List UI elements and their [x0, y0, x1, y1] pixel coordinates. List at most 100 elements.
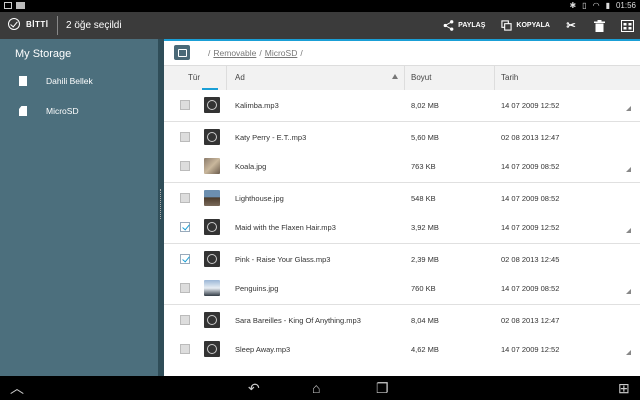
screenshot-icon[interactable]: ⊞ — [618, 380, 630, 396]
file-name: Pink - Raise Your Glass.mp3 — [235, 254, 331, 264]
column-name[interactable]: Ad — [235, 73, 245, 82]
breadcrumb-microsd[interactable]: MicroSD — [265, 48, 298, 58]
file-size: 3,92 MB — [411, 223, 439, 232]
share-button[interactable]: PAYLAŞ — [441, 19, 485, 33]
file-name: Sara Bareilles - King Of Anything.mp3 — [235, 315, 361, 325]
file-date: 02 08 2013 12:47 — [501, 132, 560, 142]
sidebar-title: My Storage — [15, 48, 72, 60]
share-label: PAYLAŞ — [458, 22, 486, 29]
trash-icon — [592, 19, 606, 33]
file-date: 14 07 2009 12:52 — [501, 345, 560, 354]
row-checkbox[interactable] — [180, 131, 190, 142]
column-type[interactable]: Tür — [188, 73, 200, 82]
nav-bar: ︿ ↶ ⌂ ❐ ⊞ — [0, 376, 640, 400]
table-row[interactable]: Katy Perry - E.T..mp3 5,60 MB 02 08 2013 1… — [164, 120, 640, 152]
table-row[interactable]: Penguins.jpg 760 KB 14 07 2009 08:52 — [164, 273, 640, 304]
row-checkbox[interactable] — [180, 253, 190, 264]
row-checkbox[interactable] — [180, 314, 190, 325]
file-date: 02 08 2013 12:47 — [501, 315, 560, 325]
battery-icon: ▮ — [605, 1, 610, 10]
table-row[interactable]: Sleep Away.mp3 4,62 MB 14 07 2009 12:52 — [164, 334, 640, 365]
table-row[interactable]: Lighthouse.jpg 548 KB 14 07 2009 08:52 — [164, 181, 640, 213]
sidebar-item-internal-storage[interactable]: Dahili Bellek — [0, 67, 158, 95]
select-all-icon — [620, 19, 634, 33]
table-header: Tür Ad Boyut Tarih — [164, 66, 640, 90]
file-name: Katy Perry - E.T..mp3 — [235, 132, 307, 142]
file-list: Kalimba.mp3 8,02 MB 14 07 2009 12:52 Katy P… — [164, 90, 640, 365]
selection-count: 2 öğe seçildi — [66, 20, 122, 31]
vibrate-icon: ▯ — [582, 1, 587, 10]
column-date[interactable]: Tarih — [501, 73, 518, 82]
checkmark-icon — [8, 18, 20, 30]
done-button[interactable]: BİTTİ — [8, 18, 49, 30]
image-thumbnail — [204, 189, 220, 206]
row-checkbox[interactable] — [180, 283, 190, 293]
breadcrumb-removable[interactable]: Removable — [213, 48, 256, 58]
file-name: Maid with the Flaxen Hair.mp3 — [235, 223, 336, 232]
column-size[interactable]: Boyut — [411, 73, 431, 82]
table-row[interactable]: Pink - Raise Your Glass.mp3 2,39 MB 02 08 … — [164, 242, 640, 274]
table-row[interactable]: Maid with the Flaxen Hair.mp3 3,92 MB 14 0… — [164, 212, 640, 243]
divider — [57, 16, 58, 35]
table-row[interactable]: Kalimba.mp3 8,02 MB 14 07 2009 12:52 — [164, 90, 640, 121]
file-size: 760 KB — [411, 284, 436, 293]
file-name: Lighthouse.jpg — [235, 193, 284, 203]
file-date: 14 07 2009 08:52 — [501, 193, 560, 203]
file-date: 14 07 2009 08:52 — [501, 284, 560, 293]
file-size: 5,60 MB — [411, 132, 439, 142]
sd-card-icon — [19, 106, 27, 116]
up-folder-button[interactable] — [174, 45, 190, 60]
sidebar-item-label: Dahili Bellek — [46, 76, 93, 86]
row-checkbox[interactable] — [180, 100, 190, 110]
cut-button[interactable]: ✂ — [564, 19, 578, 33]
row-checkbox[interactable] — [180, 344, 190, 354]
copy-label: KOPYALA — [516, 22, 550, 29]
copy-button[interactable]: KOPYALA — [499, 19, 550, 33]
corner-menu-icon[interactable] — [626, 106, 631, 111]
accent-line — [164, 39, 640, 41]
scissors-icon: ✂ — [566, 20, 576, 32]
file-size: 4,62 MB — [411, 345, 439, 354]
copy-icon — [499, 19, 513, 33]
corner-menu-icon[interactable] — [626, 350, 631, 355]
audio-file-icon — [204, 128, 220, 145]
image-thumbnail — [204, 158, 220, 174]
file-date: 02 08 2013 12:45 — [501, 254, 560, 264]
delete-button[interactable] — [592, 19, 606, 33]
home-icon[interactable]: ⌂ — [312, 380, 320, 396]
screenshot-icon — [16, 2, 25, 9]
file-browser: / Removable / MicroSD / Tür Ad Boyut Tar… — [164, 39, 640, 376]
file-size: 8,02 MB — [411, 101, 439, 110]
audio-file-icon — [204, 97, 220, 113]
file-date: 14 07 2009 08:52 — [501, 162, 560, 171]
file-size: 763 KB — [411, 162, 436, 171]
audio-file-icon — [204, 341, 220, 357]
share-icon — [441, 19, 455, 33]
audio-file-icon — [204, 250, 220, 267]
hide-keyboard-icon[interactable]: ︿ — [10, 380, 24, 396]
corner-menu-icon[interactable] — [626, 228, 631, 233]
audio-file-icon — [204, 311, 220, 328]
row-checkbox[interactable] — [180, 222, 190, 232]
select-all-button[interactable] — [620, 19, 634, 33]
image-thumbnail — [204, 280, 220, 296]
back-icon[interactable]: ↶ — [248, 380, 260, 396]
action-bar: BİTTİ 2 öğe seçildi PAYLAŞ KOPYALA ✂ — [0, 12, 640, 39]
table-row[interactable]: Sara Bareilles - King Of Anything.mp3 8,0… — [164, 303, 640, 335]
file-name: Kalimba.mp3 — [235, 101, 279, 110]
sort-asc-icon — [392, 74, 398, 79]
corner-menu-icon[interactable] — [626, 289, 631, 294]
file-date: 14 07 2009 12:52 — [501, 101, 560, 110]
corner-menu-icon[interactable] — [626, 167, 631, 172]
breadcrumb: / Removable / MicroSD / — [208, 48, 303, 58]
bluetooth-icon: ✱ — [569, 1, 577, 10]
file-name: Koala.jpg — [235, 162, 267, 171]
row-checkbox[interactable] — [180, 161, 190, 171]
table-row[interactable]: Koala.jpg 763 KB 14 07 2009 08:52 — [164, 151, 640, 182]
sidebar-item-label: MicroSD — [46, 106, 79, 116]
recents-icon[interactable]: ❐ — [376, 380, 389, 396]
file-name: Sleep Away.mp3 — [235, 345, 291, 354]
internal-storage-icon — [19, 76, 27, 86]
sidebar-item-microsd[interactable]: MicroSD — [0, 97, 158, 125]
row-checkbox[interactable] — [180, 192, 190, 203]
